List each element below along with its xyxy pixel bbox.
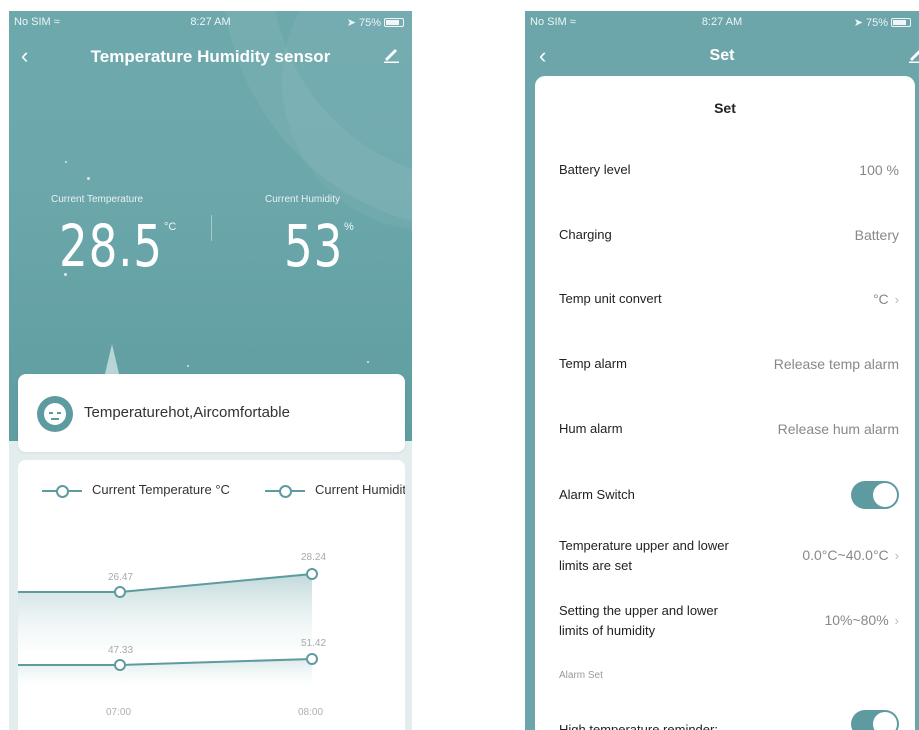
section-label-alarm-set: Alarm Set [559,670,603,681]
data-label: 47.33 [108,645,133,656]
card-title: Set [714,100,736,116]
temperature-area [18,574,312,650]
temp-alarm-value: Release temp alarm [773,356,899,372]
status-bar: No SIM ≈ 8:27 AM ➤ 75% [525,11,919,33]
data-label: 26.47 [108,572,133,583]
legend-label: Current Temperature °C [92,482,230,497]
settings-card: Set Battery level 100 % Charging Battery… [535,76,915,730]
nav-bar: ‹ Temperature Humidity sensor [9,39,412,75]
temperature-point[interactable] [306,568,318,580]
humidity-label: Current Humidity [265,194,341,205]
chart-plot: 26.47 28.24 47.33 51.42 07:00 08:00 [18,552,326,718]
page-title: Temperature Humidity sensor [90,47,331,66]
row-battery-level: Battery level 100 % [559,162,899,182]
row-label: High temperature reminder: [559,722,718,730]
row-temp-alarm[interactable]: Temp alarm Release temp alarm [559,356,899,376]
comfort-status: Temperaturehot,Aircomfortable [84,404,290,421]
row-label: Setting the upper and lower limits of hum… [559,603,718,638]
row-temp-unit[interactable]: Temp unit convert °C › [559,291,899,311]
history-chart: Current Temperature °C Current Humidit 2… [18,460,405,730]
chevron-right-icon: › [894,548,899,563]
humidity-value: 53 [284,212,344,280]
row-temp-limits[interactable]: Temperature upper and lower limits are se… [559,536,899,580]
nav-bar: ‹ Set [525,39,919,75]
x-tick-label: 07:00 [106,707,131,718]
row-label: Alarm Switch [559,487,635,502]
row-label: Hum alarm [559,421,623,436]
row-high-temp-reminder: High temperature reminder: [559,708,899,730]
row-alarm-switch: Alarm Switch [559,481,899,511]
sensor-screen: No SIM ≈ 8:27 AM ➤ 75% ‹ Temperature Hum… [9,11,412,730]
temperature-point[interactable] [114,586,126,598]
comfort-card: Temperaturehot,Aircomfortable [18,374,405,452]
battery-icon [384,18,404,27]
humidity-point[interactable] [114,659,126,671]
temp-limits-value: 0.0°C~40.0°C › [802,547,899,563]
row-label: Battery level [559,162,631,177]
charging-value: Battery [854,227,899,243]
hum-limits-value: 10%~80% › [824,612,899,628]
chart-legend: Current Temperature °C Current Humidit [42,482,405,502]
row-hum-limits[interactable]: Setting the upper and lower limits of hum… [559,601,899,645]
face-icon [37,396,73,432]
humidity-unit: % [344,221,354,233]
row-hum-alarm[interactable]: Hum alarm Release hum alarm [559,421,899,441]
data-label: 28.24 [301,552,326,563]
temperature-label: Current Temperature [51,194,144,205]
page-title: Set [709,47,735,64]
legend-marker-icon [42,485,82,498]
legend-label: Current Humidit [315,482,405,497]
chevron-right-icon: › [894,292,899,307]
hum-alarm-value: Release hum alarm [777,421,899,437]
location-icon: ➤ [346,17,356,29]
status-battery: ➤ 75% [347,16,404,29]
readout-divider [211,215,212,241]
battery-icon [891,18,911,27]
location-icon: ➤ [853,17,863,29]
decor-star [65,161,67,163]
temp-unit-value: °C › [872,291,899,307]
alarm-switch-toggle[interactable] [851,481,899,509]
status-bar: No SIM ≈ 8:27 AM ➤ 75% [9,11,412,33]
humidity-point[interactable] [306,653,318,665]
status-battery: ➤ 75% [854,16,911,29]
battery-level-value: 100 % [859,162,899,178]
decor-star [87,177,90,180]
data-label: 51.42 [301,638,326,649]
row-label: Charging [559,227,612,242]
pointer-triangle [104,344,120,378]
decor-star [187,365,189,367]
x-tick-label: 08:00 [298,707,323,718]
chevron-right-icon: › [894,613,899,628]
row-label: Temp alarm [559,356,627,371]
decor-star [367,361,369,363]
pencil-icon[interactable] [382,45,400,63]
temperature-unit: °C [164,221,177,233]
temperature-value: 28.5 [59,212,163,280]
settings-screen: No SIM ≈ 8:27 AM ➤ 75% ‹ Set Set Battery… [525,11,919,730]
legend-marker-icon [265,485,305,498]
high-temp-reminder-toggle[interactable] [851,710,899,730]
row-label: Temp unit convert [559,291,662,306]
row-charging: Charging Battery [559,227,899,247]
pencil-icon[interactable] [907,45,919,63]
row-label: Temperature upper and lower limits are se… [559,538,729,573]
